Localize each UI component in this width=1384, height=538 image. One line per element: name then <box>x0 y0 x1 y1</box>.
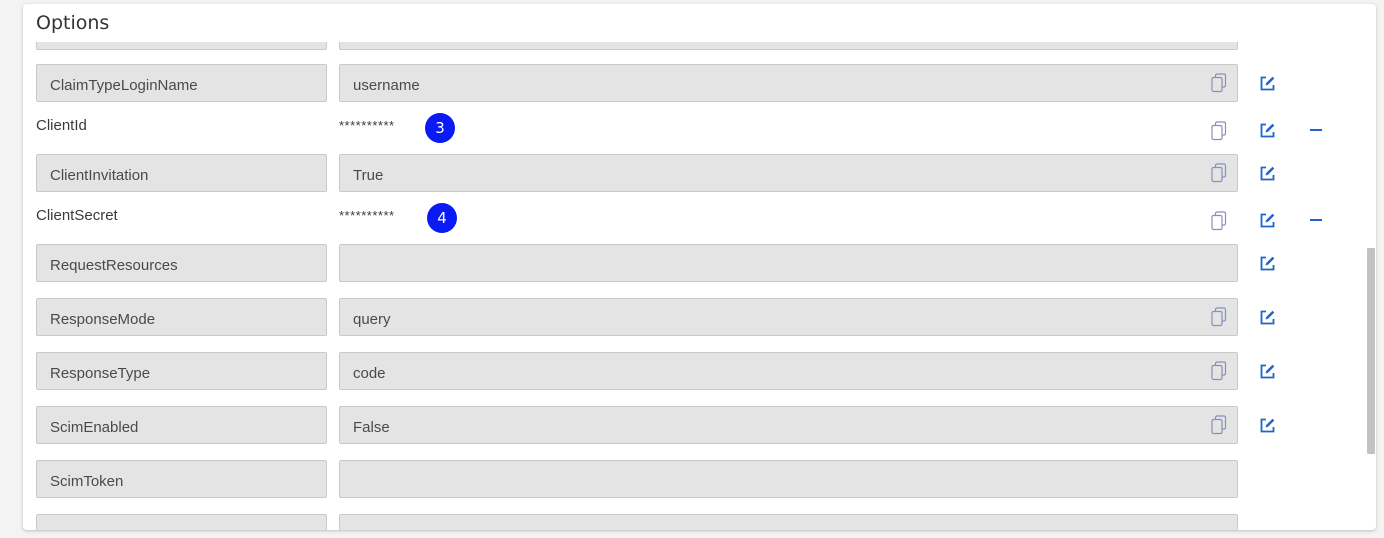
masked-value: ********** <box>339 208 395 223</box>
edit-icon[interactable] <box>1259 363 1276 380</box>
option-key-field[interactable]: ClientInvitation <box>36 154 327 192</box>
card-header: Options <box>23 4 1376 42</box>
edit-icon[interactable] <box>1259 122 1276 139</box>
option-key-label: ClientId <box>36 117 87 134</box>
step-badge: 4 <box>427 203 457 233</box>
option-key-field[interactable] <box>36 514 327 530</box>
copy-icon[interactable] <box>1211 73 1227 93</box>
copy-icon[interactable] <box>1211 121 1227 141</box>
option-value-field[interactable] <box>339 514 1238 530</box>
option-row-requestresources: RequestResources <box>23 244 1363 284</box>
option-key-field[interactable]: ClaimTypeLoginName <box>36 64 327 102</box>
edit-icon[interactable] <box>1259 165 1276 182</box>
edit-icon[interactable] <box>1259 212 1276 229</box>
option-row-responsemode: ResponseMode query <box>23 298 1363 338</box>
option-row-clientsecret: ClientSecret ********** 4 <box>23 196 1363 236</box>
copy-icon[interactable] <box>1211 361 1227 381</box>
option-key-label: ClientSecret <box>36 207 118 224</box>
edit-icon[interactable] <box>1259 255 1276 272</box>
option-value-field[interactable] <box>339 244 1238 282</box>
edit-icon[interactable] <box>1259 75 1276 92</box>
option-value-field[interactable]: True <box>339 154 1238 192</box>
option-row-scimenabled: ScimEnabled False <box>23 406 1363 446</box>
copy-icon[interactable] <box>1211 415 1227 435</box>
option-row-clientinvitation: ClientInvitation True <box>23 154 1363 194</box>
copy-icon[interactable] <box>1211 307 1227 327</box>
option-row-clientid: ClientId ********** 3 <box>23 106 1363 146</box>
option-value-field[interactable] <box>339 460 1238 498</box>
scrollbar-thumb[interactable] <box>1367 248 1375 454</box>
option-key-field[interactable]: ScimToken <box>36 460 327 498</box>
option-value-field[interactable]: query <box>339 298 1238 336</box>
option-key-field[interactable]: ScimEnabled <box>36 406 327 444</box>
option-key-field[interactable]: ResponseMode <box>36 298 327 336</box>
option-row-scimtoken: ScimToken <box>23 460 1363 500</box>
option-value-field[interactable]: code <box>339 352 1238 390</box>
copy-icon[interactable] <box>1211 211 1227 231</box>
masked-value: ********** <box>339 118 395 133</box>
options-card: Options ClaimTypeLoginName username Clie… <box>23 4 1376 530</box>
option-value-field[interactable]: False <box>339 406 1238 444</box>
step-badge: 3 <box>425 113 455 143</box>
option-key-field[interactable]: ResponseType <box>36 352 327 390</box>
option-row-responsetype: ResponseType code <box>23 352 1363 392</box>
edit-icon[interactable] <box>1259 309 1276 326</box>
page-title: Options <box>36 12 110 34</box>
option-row-hidden-bottom <box>23 514 1363 530</box>
remove-icon[interactable] <box>1310 219 1322 221</box>
option-value-field[interactable]: username <box>339 64 1238 102</box>
remove-icon[interactable] <box>1310 129 1322 131</box>
copy-icon[interactable] <box>1211 163 1227 183</box>
option-key-field[interactable]: RequestResources <box>36 244 327 282</box>
options-rows: Options ClaimTypeLoginName username Clie… <box>23 4 1376 530</box>
edit-icon[interactable] <box>1259 417 1276 434</box>
option-row-claimtypeloginname: ClaimTypeLoginName username <box>23 64 1363 104</box>
